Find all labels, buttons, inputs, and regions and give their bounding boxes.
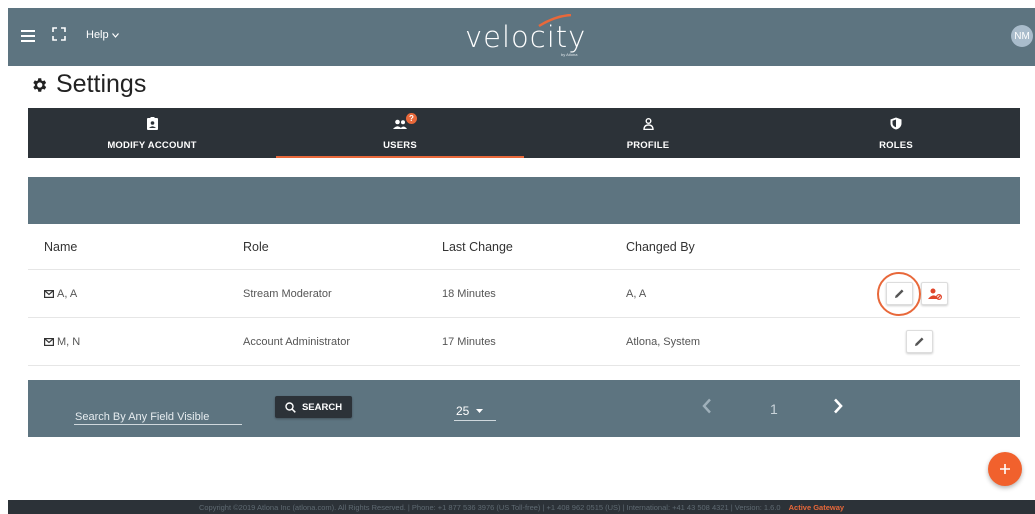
tab-label: ROLES (879, 139, 913, 151)
last-change-cell: 18 Minutes (442, 287, 496, 300)
mail-icon (44, 337, 54, 346)
help-menu[interactable]: Help (86, 29, 119, 41)
chevron-right-icon (834, 398, 843, 414)
user-block-icon (927, 288, 942, 300)
gear-icon (33, 77, 47, 92)
next-page-button[interactable] (833, 397, 843, 420)
changed-by-cell: A, A (626, 287, 647, 300)
tab-modify-account[interactable]: MODIFY ACCOUNT (28, 108, 276, 158)
fullscreen-icon[interactable] (52, 27, 66, 41)
search-icon (285, 401, 296, 413)
tab-label: MODIFY ACCOUNT (107, 139, 197, 151)
page-title: Settings (30, 70, 146, 99)
shield-icon (890, 116, 902, 132)
add-user-button[interactable] (988, 452, 1022, 486)
user-name: A, A (57, 287, 78, 300)
tab-profile[interactable]: PROFILE (524, 108, 772, 158)
profile-icon (642, 116, 654, 132)
search-button-label: SEARCH (301, 401, 343, 413)
highlight-ring (877, 272, 921, 316)
chevron-left-icon (702, 398, 711, 414)
column-header[interactable]: Changed By (626, 240, 695, 254)
column-header[interactable]: Role (243, 240, 269, 254)
column-header[interactable]: Last Change (442, 240, 513, 254)
velocity-logo: velocity by Atlona (463, 14, 593, 58)
user-name-cell: M, N (44, 336, 80, 348)
help-label: Help (86, 29, 109, 41)
user-name: M, N (57, 335, 81, 348)
page-title-text: Settings (56, 70, 147, 98)
caret-down-icon (476, 408, 484, 413)
mail-icon (44, 289, 54, 298)
help-badge: ? (406, 112, 417, 124)
table-row: M, N Account Administrator 17 Minutes At… (28, 318, 1020, 366)
role-cell: Account Administrator (243, 335, 350, 348)
role-cell: Stream Moderator (243, 287, 332, 300)
tab-label: USERS (383, 139, 417, 151)
previous-page-button[interactable] (702, 397, 712, 420)
table-header-row: Name Role Last Change Changed By (28, 224, 1020, 270)
copyright-text: Copyright ©2019 Atlona Inc (atlona.com).… (198, 502, 781, 512)
active-gateway-link[interactable]: Active Gateway (789, 503, 844, 512)
disable-user-button[interactable] (921, 282, 948, 305)
window-edge (0, 0, 8, 514)
page-footer: Copyright ©2019 Atlona Inc (atlona.com).… (8, 500, 1035, 514)
rows-per-page-value: 25 (456, 403, 470, 418)
user-name-cell: A, A (44, 288, 77, 300)
logo-subtitle: by Atlona (561, 52, 578, 57)
tab-users[interactable]: ? USERS (276, 108, 524, 158)
edit-user-button[interactable] (906, 330, 933, 353)
users-icon: ? (393, 112, 417, 132)
rows-per-page-select[interactable]: 25 (454, 401, 496, 421)
avatar[interactable]: NM (1011, 25, 1033, 47)
chevron-down-icon (111, 32, 119, 38)
pencil-icon (915, 337, 924, 346)
tab-label: PROFILE (626, 139, 670, 151)
users-table-header-bar (28, 177, 1020, 224)
plus-icon (1000, 464, 1010, 474)
current-page: 1 (770, 401, 778, 417)
account-badge-icon (146, 116, 158, 132)
search-button[interactable]: SEARCH (275, 396, 352, 418)
table-footer-bar: Search By Any Field Visible SEARCH 25 1 (28, 380, 1020, 437)
table-row: A, A Stream Moderator 18 Minutes A, A (28, 270, 1020, 318)
hamburger-menu-icon[interactable] (21, 27, 35, 45)
top-bar: Help velocity by Atlona NM (8, 8, 1035, 66)
tab-roles[interactable]: ROLES (772, 108, 1020, 158)
last-change-cell: 17 Minutes (442, 335, 496, 348)
search-input[interactable]: Search By Any Field Visible (74, 400, 242, 425)
logo-swoosh-icon (538, 14, 572, 28)
settings-tabs: MODIFY ACCOUNT ? USERS PROFILE ROLES (28, 108, 1020, 158)
changed-by-cell: Atlona, System (626, 335, 700, 348)
column-header[interactable]: Name (44, 240, 77, 254)
users-table: Name Role Last Change Changed By A, A St… (28, 224, 1020, 366)
